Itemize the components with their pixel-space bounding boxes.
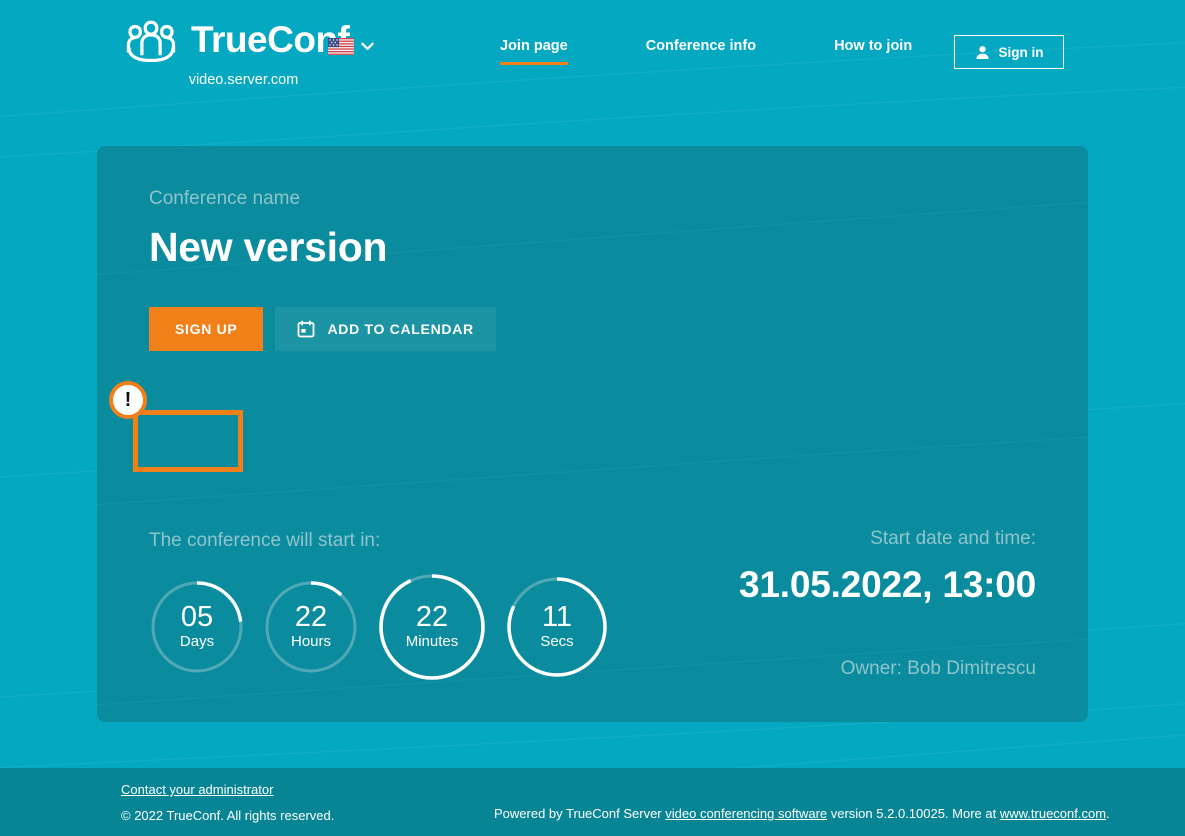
conference-card: Conference name New version SIGN UP ADD …	[97, 146, 1088, 722]
countdown-hours-value: 22	[294, 601, 328, 634]
start-info-block: Start date and time: 31.05.2022, 13:00 O…	[739, 528, 1036, 682]
powered-by-prefix: Powered by TrueConf Server	[494, 806, 666, 821]
nav-item-join-page[interactable]: Join page	[500, 38, 568, 65]
main-nav: Join page Conference info How to join	[500, 38, 912, 65]
page-root: TrueConf video.server.com Join page Conf…	[0, 0, 1185, 836]
conference-actions: SIGN UP ADD TO CALENDAR	[149, 307, 1036, 351]
video-conferencing-software-link[interactable]: video conferencing software	[665, 806, 827, 821]
start-date-label: Start date and time:	[870, 528, 1036, 549]
countdown-days-value: 05	[180, 601, 214, 634]
person-icon	[975, 45, 990, 60]
countdown-hours-unit: Hours	[290, 633, 331, 651]
powered-by-text: Powered by TrueConf Server video confere…	[494, 806, 1110, 821]
conference-title: New version	[149, 224, 388, 270]
countdown-days-unit: Days	[179, 633, 215, 651]
trueconf-website-link[interactable]: www.trueconf.com	[1000, 806, 1106, 821]
add-to-calendar-button[interactable]: ADD TO CALENDAR	[275, 307, 496, 351]
main-content: Conference name New version SIGN UP ADD …	[0, 104, 1185, 768]
signup-highlight-annotation	[133, 410, 243, 472]
countdown-minutes-unit: Minutes	[405, 633, 459, 651]
powered-by-version: version 5.2.0.10025. More at	[827, 806, 1000, 821]
countdown-block: The conference will start in: 05 Days 22…	[149, 530, 609, 682]
countdown-secs-value: 11	[541, 601, 573, 634]
conference-name-label: Conference name	[149, 188, 301, 209]
countdown-label: The conference will start in:	[149, 530, 381, 551]
countdown-item-hours: 22 Hours	[263, 579, 359, 675]
sign-in-button[interactable]: Sign in	[954, 35, 1064, 69]
add-to-calendar-label: ADD TO CALENDAR	[327, 321, 474, 337]
copyright-text: © 2022 TrueConf. All rights reserved.	[121, 808, 335, 823]
nav-item-conference-info[interactable]: Conference info	[646, 38, 756, 65]
card-bottom-row: The conference will start in: 05 Days 22…	[149, 528, 1036, 682]
us-flag-icon	[328, 38, 354, 55]
countdown-circles: 05 Days 22 Hours 22 Minutes 11 Secs	[149, 572, 609, 682]
language-selector[interactable]	[328, 38, 374, 55]
sign-up-button[interactable]: SIGN UP	[149, 307, 264, 351]
brand-name: TrueConf	[191, 18, 350, 60]
chevron-down-icon	[361, 42, 374, 51]
sign-in-label: Sign in	[998, 44, 1044, 60]
countdown-minutes-value: 22	[415, 601, 449, 634]
trueconf-people-logo-icon	[121, 16, 181, 62]
countdown-secs-unit: Secs	[540, 633, 574, 651]
site-footer: Contact your administrator © 2022 TrueCo…	[0, 768, 1185, 836]
conference-owner: Owner: Bob Dimitrescu	[840, 658, 1036, 679]
countdown-item-days: 05 Days	[149, 579, 245, 675]
footer-left: Contact your administrator © 2022 TrueCo…	[121, 781, 334, 823]
countdown-item-secs: 11 Secs	[505, 575, 609, 679]
server-domain: video.server.com	[188, 72, 299, 88]
start-date-value: 31.05.2022, 13:00	[739, 564, 1036, 605]
exclamation-badge-icon: !	[109, 381, 147, 419]
calendar-icon	[297, 320, 315, 338]
contact-administrator-link[interactable]: Contact your administrator	[121, 782, 273, 797]
countdown-item-minutes: 22 Minutes	[377, 572, 487, 682]
site-header: TrueConf video.server.com Join page Conf…	[0, 0, 1185, 104]
powered-by-suffix: .	[1106, 806, 1110, 821]
nav-item-how-to-join[interactable]: How to join	[834, 38, 912, 65]
